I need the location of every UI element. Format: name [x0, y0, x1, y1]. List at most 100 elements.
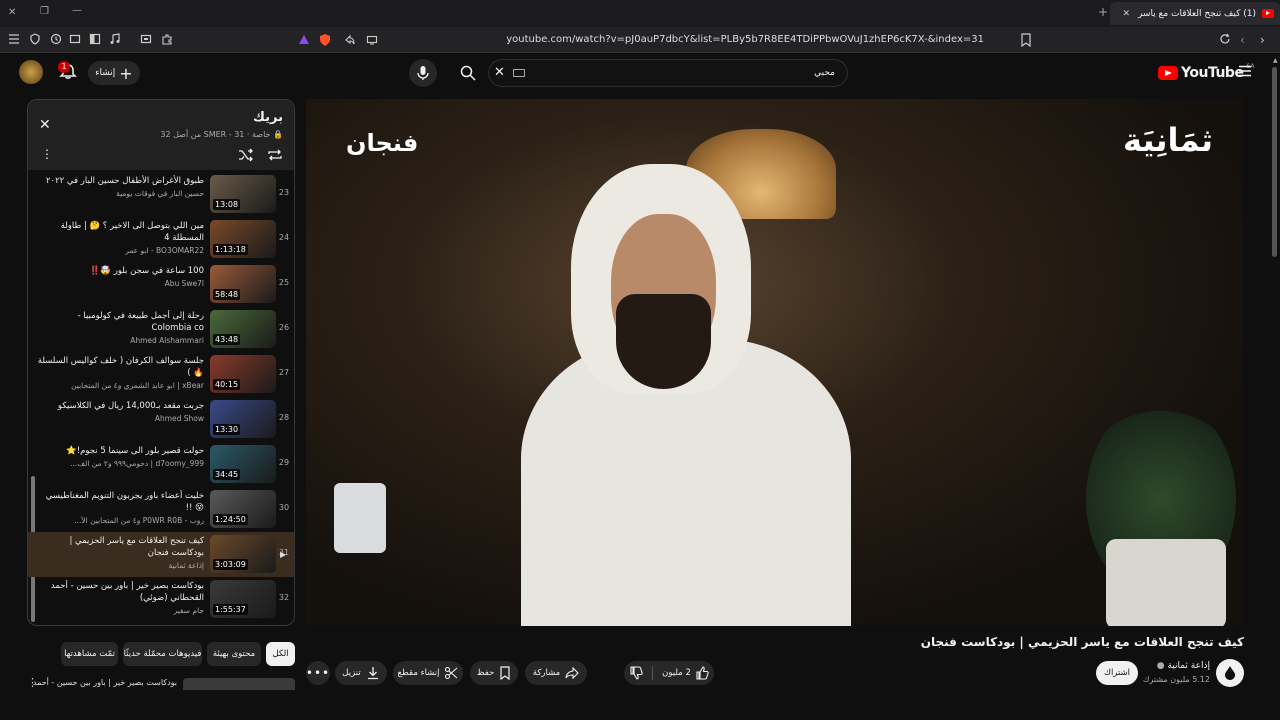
- brave-shield-icon[interactable]: [318, 33, 332, 47]
- more-vertical-icon[interactable]: ⋮: [41, 147, 53, 161]
- playlist-item[interactable]: 29 34:45 حولت قصير بلور الى سينما 5 نجوم!⭐…: [28, 442, 294, 487]
- playlist-item-text: حولت قصير بلور الى سينما 5 نجوم!⭐ d7oomy_…: [36, 445, 204, 468]
- scissors-icon: [445, 666, 458, 680]
- playlist-item-thumbnail[interactable]: 43:48: [210, 310, 276, 348]
- save-button[interactable]: حفظ: [470, 661, 518, 685]
- playlist-meta-text: خاصة · SMER - 31 من أصل 32: [160, 130, 271, 139]
- video-speaker-beard: [616, 294, 711, 389]
- playlist-item[interactable]: 31 3:03:09 كيف تنجح العلاقات مع ياسر الحزي…: [28, 532, 294, 577]
- channel-name[interactable]: إذاعة ثمانية ●: [1157, 661, 1210, 671]
- notification-badge: 1: [58, 61, 70, 73]
- create-button[interactable]: إنشاء +: [88, 61, 140, 85]
- plus-icon: +: [119, 63, 133, 83]
- guide-menu-icon[interactable]: [1238, 65, 1252, 77]
- page-scrollbar-thumb[interactable]: [1272, 67, 1277, 257]
- playlist-item-text: مين اللي بتوصل الى الاخير ؟ 🤔 | طاولة ال…: [36, 220, 204, 255]
- chip-recently-uploaded[interactable]: فيديوهات محمّلة حديثًا: [123, 642, 202, 666]
- playlist-item-duration: 13:08: [213, 199, 241, 210]
- playlist-item[interactable]: 32 1:55:37 بودكاست بصير خير | باور بين حسي…: [28, 577, 294, 622]
- brave-rewards-icon[interactable]: [298, 34, 310, 46]
- playlist-item[interactable]: 30 1:24:50 خليت أعضاء باور يجربون التنويم …: [28, 487, 294, 532]
- playlist-item[interactable]: 25 58:48 100 ساعة في سجن بلور 🤯‼️ Abu Swe7l: [28, 262, 294, 307]
- close-tab-icon[interactable]: ✕: [1122, 9, 1130, 19]
- shuffle-icon[interactable]: [238, 148, 254, 162]
- subscribe-button[interactable]: اشتراك: [1096, 661, 1138, 685]
- shield-icon[interactable]: [29, 33, 41, 45]
- download-label: تنزيل: [342, 668, 361, 678]
- next-more-icon[interactable]: ⋮: [27, 676, 38, 689]
- playlist-item[interactable]: 24 1:13:18 مين اللي بتوصل الى الاخير ؟ 🤔 |…: [28, 217, 294, 262]
- playlist-item-channel: BO3OMAR22 - ابو عمر: [125, 246, 204, 255]
- playlist-item-thumbnail[interactable]: 34:45: [210, 445, 276, 483]
- chip-all[interactable]: الكل: [266, 642, 295, 666]
- history-icon[interactable]: [50, 33, 62, 45]
- chip-from-channel[interactable]: محتوى بهيئة: [207, 642, 261, 666]
- browser-tab-bar: ✕ ❐ — + (1) كيف تنجح العلاقات مع ياسر ال…: [0, 0, 1280, 27]
- playlist-item-duration: 58:48: [213, 289, 241, 300]
- playlist-item[interactable]: 23 13:08 طبوق الأغراض الأطفال حسين البار ف…: [28, 172, 294, 217]
- playlist-item-thumbnail[interactable]: 13:08: [210, 175, 276, 213]
- back-icon[interactable]: ›: [1260, 33, 1265, 47]
- clip-button[interactable]: إنشاء مقطع: [393, 661, 463, 685]
- playlist-item[interactable]: 28 13:30 جربت مقعد بـ14,000 ريال في الكلاس…: [28, 397, 294, 442]
- playlist-item-thumbnail[interactable]: 1:24:50: [210, 490, 276, 528]
- channel-avatar[interactable]: [1216, 659, 1244, 687]
- download-icon: [367, 667, 378, 680]
- dislike-button[interactable]: [629, 666, 643, 680]
- video-player[interactable]: فنجان ثمَانِيَة: [306, 99, 1243, 626]
- voice-search-button[interactable]: [409, 59, 437, 87]
- playlist-item-duration: 43:48: [213, 334, 241, 345]
- share-page-icon[interactable]: [344, 34, 356, 46]
- new-tab-icon[interactable]: +: [1098, 5, 1108, 19]
- menu-icon[interactable]: [8, 33, 20, 45]
- browser-tab[interactable]: (1) كيف تنجح العلاقات مع ياسر الحز ✕: [1110, 2, 1280, 25]
- close-playlist-icon[interactable]: ✕: [39, 117, 51, 133]
- address-bar[interactable]: youtube.com/watch?v=pJ0auP7dbcY&list=PLB…: [290, 29, 1040, 51]
- video-cup: [334, 483, 386, 553]
- playlist-item[interactable]: 27 40:15 جلسة سوالف الكرفان ( خلف كواليس ا…: [28, 352, 294, 397]
- playlist-item-title: جربت مقعد بـ14,000 ريال في الكلاسيكو: [57, 401, 204, 411]
- playlist-title[interactable]: بريك: [253, 110, 283, 125]
- forward-icon[interactable]: ‹: [1240, 33, 1245, 47]
- playlist-item-thumbnail[interactable]: 3:03:09: [210, 535, 276, 573]
- playlist-item-thumbnail[interactable]: 58:48: [210, 265, 276, 303]
- more-actions-button[interactable]: •••: [306, 661, 330, 685]
- playlist-item-title: رحلة إلى أجمل طبيعة في كولومبيا - Colomb…: [77, 311, 204, 333]
- tabs-icon[interactable]: [69, 33, 81, 45]
- subscriber-count: 5.12 مليون مشترك: [1142, 675, 1210, 684]
- like-button[interactable]: 2 مليون: [662, 666, 709, 680]
- playlist-item-text: كيف تنجح العلاقات مع ياسر الحزيمي | بودك…: [36, 535, 204, 570]
- playlist-item-thumbnail[interactable]: 1:13:18: [210, 220, 276, 258]
- share-button[interactable]: مشاركة: [525, 661, 587, 685]
- keyboard-icon[interactable]: [513, 69, 525, 77]
- bookmark-icon[interactable]: [1020, 33, 1032, 47]
- avatar[interactable]: [19, 60, 43, 84]
- playlist-item-thumbnail[interactable]: 13:30: [210, 400, 276, 438]
- playlist-item[interactable]: 26 43:48 رحلة إلى أجمل طبيعة في كولومبيا -…: [28, 307, 294, 352]
- playlist-item-text: 100 ساعة في سجن بلور 🤯‼️ Abu Swe7l: [36, 265, 204, 288]
- restore-window-icon[interactable]: ❐: [40, 6, 49, 17]
- music-icon[interactable]: [109, 33, 121, 45]
- screenshot-icon[interactable]: [140, 33, 152, 45]
- chip-watched[interactable]: تمّت مشاهدتها: [61, 642, 118, 666]
- loop-icon[interactable]: [267, 148, 283, 162]
- sidebar-icon[interactable]: [89, 33, 101, 45]
- search-button[interactable]: [450, 59, 486, 87]
- youtube-favicon-icon: [1262, 9, 1274, 18]
- playlist-item-duration: 1:55:37: [213, 604, 248, 615]
- playlist-item-thumbnail[interactable]: 40:15: [210, 355, 276, 393]
- download-button[interactable]: تنزيل: [335, 661, 387, 685]
- clear-search-icon[interactable]: ✕: [494, 65, 505, 80]
- scroll-up-icon[interactable]: ▲: [1273, 57, 1278, 64]
- reload-icon[interactable]: [1219, 33, 1231, 45]
- page-scrollbar[interactable]: ▲: [1271, 57, 1278, 257]
- close-window-icon[interactable]: ✕: [8, 7, 16, 18]
- next-video-row[interactable]: بودكاست بصير خير | باور بين حسين - أحمد …: [27, 676, 295, 690]
- search-input[interactable]: ✕ محبي: [488, 59, 848, 87]
- cast-icon[interactable]: [366, 34, 378, 46]
- minimize-window-icon[interactable]: —: [72, 5, 82, 16]
- playlist-item-index: 32: [278, 593, 290, 602]
- share-icon: [565, 666, 579, 680]
- playlist-item-thumbnail[interactable]: 1:55:37: [210, 580, 276, 618]
- extensions-icon[interactable]: [161, 33, 173, 45]
